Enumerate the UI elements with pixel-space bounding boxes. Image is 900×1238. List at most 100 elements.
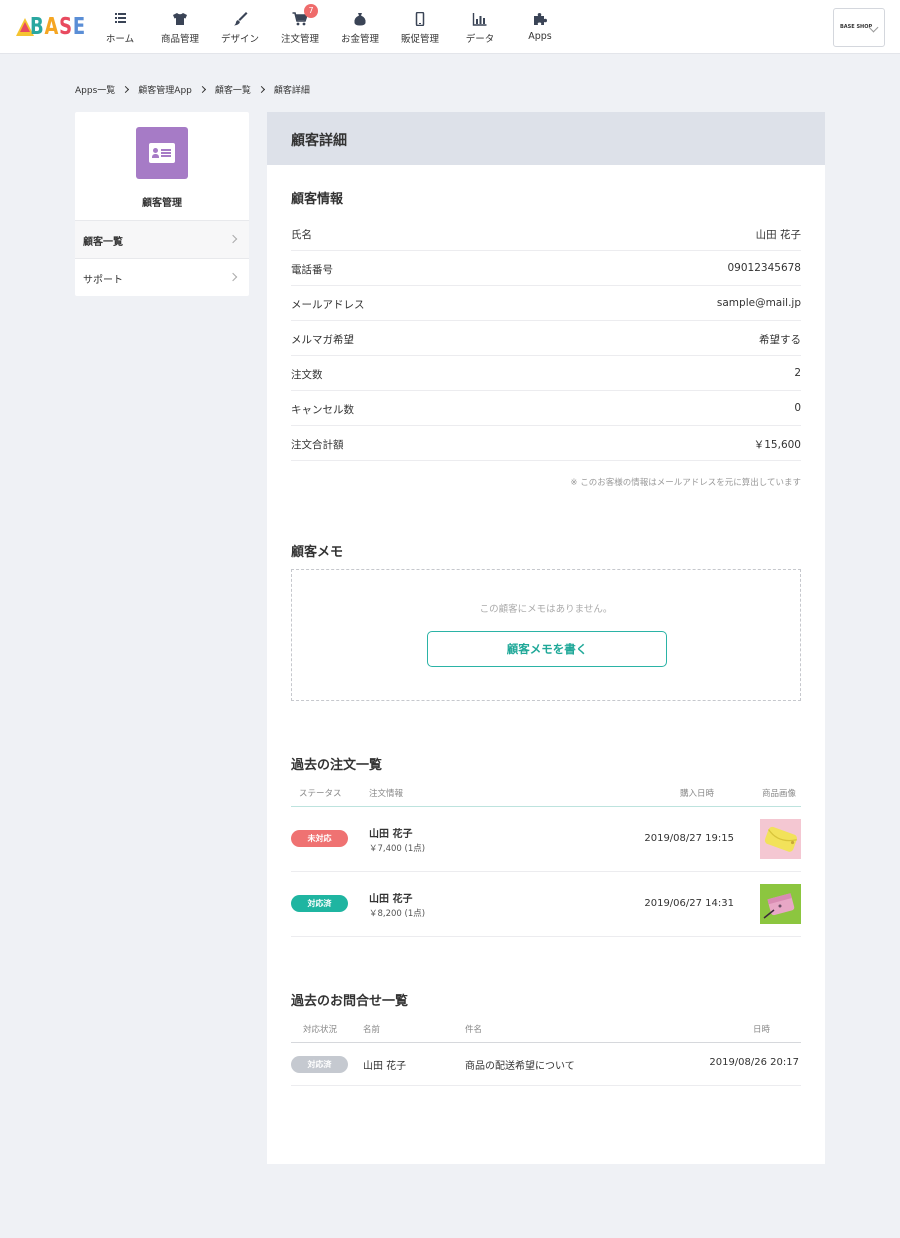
info-row-order-total: 注文合計額 ￥15,600	[291, 426, 801, 461]
info-label: メルマガ希望	[291, 334, 354, 346]
app-sidebar: 顧客管理 顧客一覧 サポート	[75, 112, 249, 296]
nav-data[interactable]: データ	[450, 0, 510, 54]
order-date: 2019/08/27 19:15	[644, 833, 734, 844]
nav-label: お金管理	[340, 34, 379, 45]
nav-design[interactable]: デザイン	[210, 0, 270, 54]
logo-mark-inner	[20, 22, 30, 32]
smartphone-icon	[412, 12, 428, 26]
breadcrumb: Apps一覧 顧客管理App 顧客一覧 顧客詳細	[75, 83, 310, 96]
info-value: 09012345678	[727, 262, 802, 274]
status-badge-handled: 対応済	[291, 895, 348, 912]
yellow-wallet-image[interactable]	[760, 819, 801, 859]
info-row-email: メールアドレス sample@mail.jp	[291, 286, 801, 321]
puzzle-icon	[532, 12, 548, 26]
column-header-order-info: 注文情報	[369, 789, 404, 799]
nav-apps[interactable]: Apps	[510, 0, 570, 54]
money-bag-icon	[352, 12, 368, 26]
app-name: 顧客管理	[142, 198, 182, 209]
inquiry-date: 2019/08/26 20:17	[709, 1057, 799, 1068]
nav-orders[interactable]: 7 注文管理	[270, 0, 330, 54]
info-value: 山田 花子	[755, 229, 801, 241]
info-value: sample@mail.jp	[716, 297, 801, 309]
order-customer-name: 山田 花子	[369, 829, 413, 840]
info-row-cancel-count: キャンセル数 0	[291, 391, 801, 426]
id-card-icon	[136, 127, 188, 179]
chevron-right-icon	[122, 85, 130, 94]
panel-header: 顧客詳細	[267, 112, 825, 165]
info-label: 注文合計額	[291, 439, 344, 451]
info-row-newsletter: メルマガ希望 希望する	[291, 321, 801, 356]
nav-label: 販促管理	[400, 34, 439, 45]
memo-box: この顧客にメモはありません。 顧客メモを書く	[291, 569, 801, 701]
order-price: ￥8,200 (1点)	[369, 909, 426, 919]
column-header-datetime: 日時	[753, 1025, 771, 1035]
info-label: 電話番号	[291, 264, 333, 276]
info-label: メールアドレス	[291, 299, 365, 311]
column-header-inquiry-status: 対応状況	[303, 1025, 338, 1035]
inquiries-title: 過去のお問合せ一覧	[291, 994, 409, 1009]
chevron-down-icon	[868, 22, 879, 33]
chevron-right-icon	[228, 272, 238, 282]
info-note: ※ このお客様の情報はメールアドレスを元に算出しています	[570, 478, 801, 488]
breadcrumb-customer-list[interactable]: 顧客一覧	[215, 83, 251, 96]
base-logo[interactable]: BASE	[14, 12, 85, 42]
nav-label: 商品管理	[160, 34, 199, 45]
main-nav: ホーム 商品管理 デザイン 7 注文管理 お金管理 販促管理 データ Apps	[90, 0, 570, 54]
inquiry-customer-name: 山田 花子	[363, 1061, 407, 1072]
top-bar: BASE ホーム 商品管理 デザイン 7 注文管理 お金管理 販促管理 データ …	[0, 0, 900, 54]
column-header-subject: 件名	[465, 1025, 483, 1035]
column-header-product-image: 商品画像	[762, 789, 797, 799]
breadcrumb-customer-app[interactable]: 顧客管理App	[138, 83, 192, 96]
nav-products[interactable]: 商品管理	[150, 0, 210, 54]
info-label: キャンセル数	[291, 404, 354, 416]
orders-title: 過去の注文一覧	[291, 758, 383, 773]
nav-promotion[interactable]: 販促管理	[390, 0, 450, 54]
chevron-right-icon	[257, 85, 265, 94]
status-badge-inquiry-handled: 対応済	[291, 1056, 348, 1073]
memo-title: 顧客メモ	[291, 545, 344, 560]
nav-home[interactable]: ホーム	[90, 0, 150, 54]
order-customer-name: 山田 花子	[369, 894, 413, 905]
nav-label: 注文管理	[280, 34, 319, 45]
sidebar-item-customer-list[interactable]: 顧客一覧	[75, 220, 249, 258]
column-header-purchase-date: 購入日時	[680, 789, 715, 799]
sidebar-item-support[interactable]: サポート	[75, 258, 249, 296]
nav-label: データ	[465, 34, 495, 45]
info-value: 希望する	[759, 334, 801, 346]
order-price: ￥7,400 (1点)	[369, 844, 426, 854]
nav-label: ホーム	[105, 34, 135, 45]
pink-pouch-image[interactable]	[760, 884, 801, 924]
breadcrumb-apps-list[interactable]: Apps一覧	[75, 83, 115, 96]
bar-chart-icon	[472, 12, 488, 26]
status-badge-unhandled: 未対応	[291, 830, 348, 847]
order-count-badge: 7	[304, 4, 318, 18]
shop-switcher-button[interactable]: BASE SHOP	[833, 8, 885, 47]
nav-label: デザイン	[220, 34, 259, 45]
list-icon	[112, 12, 128, 26]
brush-icon	[232, 12, 248, 26]
logo-text: BASE	[30, 14, 86, 40]
nav-money[interactable]: お金管理	[330, 0, 390, 54]
order-date: 2019/06/27 14:31	[644, 898, 734, 909]
shirt-icon	[172, 12, 188, 26]
info-row-phone: 電話番号 09012345678	[291, 251, 801, 286]
column-header-name: 名前	[363, 1025, 381, 1035]
order-row[interactable]: 未対応 山田 花子 ￥7,400 (1点) 2019/08/27 19:15	[291, 807, 801, 872]
column-header-status: ステータス	[299, 789, 342, 799]
info-value: 2	[794, 367, 801, 379]
inquiry-subject: 商品の配送希望について	[465, 1061, 575, 1072]
write-memo-button[interactable]: 顧客メモを書く	[427, 631, 667, 667]
customer-detail-panel: 顧客詳細 顧客情報 氏名 山田 花子 電話番号 09012345678 メールア…	[267, 112, 825, 1164]
sidebar-item-label: サポート	[83, 275, 123, 286]
info-value: 0	[794, 402, 801, 414]
inquiry-row[interactable]: 対応済 山田 花子 商品の配送希望について 2019/08/26 20:17	[291, 1043, 801, 1086]
page-title: 顧客詳細	[291, 133, 347, 149]
info-label: 注文数	[291, 369, 323, 381]
memo-empty-text: この顧客にメモはありません。	[479, 604, 613, 615]
chevron-right-icon	[198, 85, 206, 94]
info-label: 氏名	[291, 229, 312, 241]
info-value: ￥15,600	[753, 439, 801, 451]
order-row[interactable]: 対応済 山田 花子 ￥8,200 (1点) 2019/06/27 14:31	[291, 872, 801, 937]
customer-info-title: 顧客情報	[291, 192, 344, 207]
info-row-name: 氏名 山田 花子	[291, 216, 801, 251]
